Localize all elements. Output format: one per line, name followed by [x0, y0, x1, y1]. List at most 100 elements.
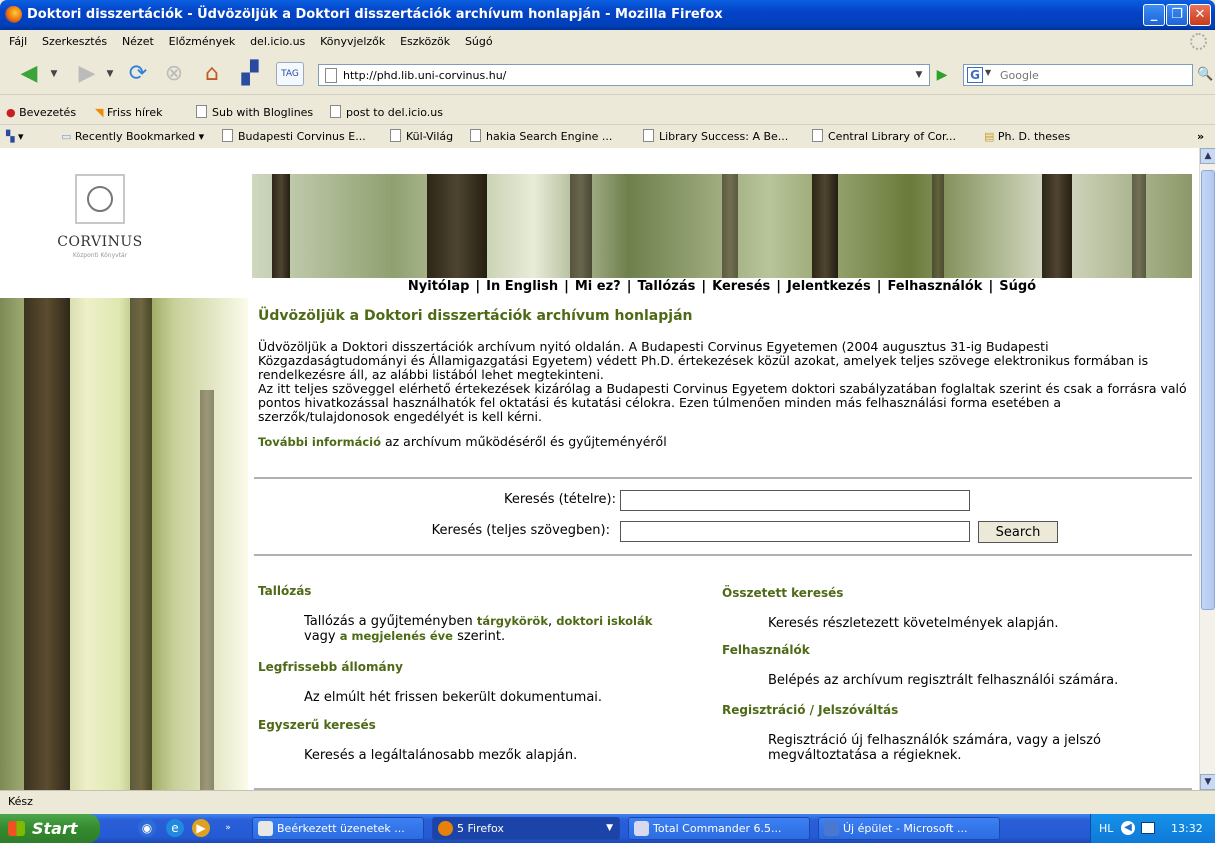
vertical-scrollbar[interactable]: ▲ ▼	[1199, 148, 1215, 790]
search-input[interactable]	[1000, 67, 1150, 83]
nav-sugo[interactable]: Súgó	[999, 279, 1036, 294]
simple-search-title[interactable]: Egyszerű keresés	[258, 718, 577, 732]
magnifier-icon[interactable]: 🔍	[1197, 64, 1213, 86]
browse-title[interactable]: Tallózás	[258, 584, 652, 598]
bookmark-budapesti-corvinus[interactable]: Budapesti Corvinus E...	[222, 125, 366, 149]
task-outlook[interactable]: Beérkezett üzenetek ...	[252, 817, 424, 840]
link-doctoral-schools[interactable]: doktori iskolák	[556, 614, 652, 628]
back-arrow-icon[interactable]: ◀	[14, 62, 44, 86]
page-icon	[470, 129, 481, 142]
page-icon	[325, 68, 337, 83]
bookmarks-menu-icon[interactable]: ▚ ▾	[6, 125, 24, 149]
corvinus-logo[interactable]: CORVINUS Központi Könyvtár	[35, 174, 165, 284]
address-bar[interactable]: ▼	[318, 64, 930, 86]
complex-search-title[interactable]: Összetett keresés	[722, 586, 1059, 600]
simple-search-text: Keresés a legáltalánosabb mezők alapján.	[304, 748, 578, 763]
page-icon	[812, 129, 823, 142]
nav-in-english[interactable]: In English	[486, 279, 558, 294]
task-firefox[interactable]: 5 Firefox ▼	[432, 817, 620, 840]
bookmark-phd-theses[interactable]: ▤ Ph. D. theses	[984, 125, 1070, 149]
menu-delicious[interactable]: del.icio.us	[241, 30, 305, 53]
window-titlebar[interactable]: Doktori disszertációk - Üdvözöljük a Dok…	[0, 0, 1215, 30]
menu-bookmarks[interactable]: Könyvjelzők	[311, 30, 385, 53]
tag-icon[interactable]: TAG	[276, 62, 304, 86]
nav-tallozas[interactable]: Tallózás	[637, 279, 695, 294]
forward-arrow-icon[interactable]: ▶	[72, 62, 102, 86]
close-button[interactable]: ✕	[1189, 4, 1211, 26]
back-arrow-tray-icon[interactable]: ◀	[1121, 821, 1135, 835]
scroll-thumb[interactable]	[1201, 170, 1215, 610]
home-icon[interactable]: ⌂	[198, 62, 226, 86]
complex-search-text: Keresés részletezett követelmények alapj…	[768, 616, 1059, 631]
search-button[interactable]: Search	[978, 521, 1058, 543]
nav-mi-ez[interactable]: Mi ez?	[575, 279, 621, 294]
link-publication-year[interactable]: a megjelenés éve	[340, 629, 453, 643]
menu-bar: Fájl Szerkesztés Nézet Előzmények del.ic…	[0, 30, 1215, 53]
menu-tools[interactable]: Eszközök	[391, 30, 450, 53]
nav-jelentkezes[interactable]: Jelentkezés	[787, 279, 871, 294]
task-total-commander[interactable]: Total Commander 6.5...	[628, 817, 810, 840]
menu-help[interactable]: Súgó	[456, 30, 493, 53]
more-info-link[interactable]: További információ	[258, 435, 381, 449]
scroll-down-icon[interactable]: ▼	[1200, 774, 1215, 790]
bookmark-recently[interactable]: ▭ Recently Bookmarked ▾	[61, 125, 204, 149]
go-button[interactable]: ▶	[932, 66, 952, 84]
divider-middle	[254, 554, 1192, 556]
bookmarks-toolbar-1: ● Bevezetés ◥ Friss hírek Sub with Blogl…	[0, 101, 1215, 125]
forest-image	[0, 298, 248, 790]
forward-dropdown-icon[interactable]: ▼	[104, 62, 116, 86]
bookmark-bloglines[interactable]: Sub with Bloglines	[196, 101, 313, 125]
search-item-input[interactable]	[620, 490, 970, 511]
bookmark-post-delicious[interactable]: post to del.icio.us	[330, 101, 443, 125]
start-button[interactable]: Start	[0, 814, 100, 843]
google-icon[interactable]: G	[967, 67, 983, 83]
menu-edit[interactable]: Szerkesztés	[33, 30, 107, 53]
bookmark-bevezetes[interactable]: ● Bevezetés	[6, 101, 76, 125]
search-fulltext-input[interactable]	[620, 521, 970, 542]
bookmark-friss-hirek[interactable]: ◥ Friss hírek	[95, 101, 162, 125]
quicklaunch-browser-icon[interactable]: ◉	[138, 819, 156, 837]
stop-icon[interactable]: ⊗	[160, 62, 188, 86]
quicklaunch-media-icon[interactable]: ▶	[192, 819, 210, 837]
users-title[interactable]: Felhasználók	[722, 643, 1118, 657]
reload-icon[interactable]: ⟳	[124, 62, 152, 86]
scroll-up-icon[interactable]: ▲	[1200, 148, 1215, 164]
quicklaunch-more-icon[interactable]: »	[222, 819, 234, 837]
nav-kereses[interactable]: Keresés	[712, 279, 770, 294]
quicklaunch-ie-icon[interactable]: e	[166, 819, 184, 837]
total-commander-icon	[634, 821, 649, 836]
nav-felhasznalok[interactable]: Felhasználók	[887, 279, 982, 294]
bookmark-page-icon[interactable]: ▞	[236, 62, 264, 86]
search-bar[interactable]: G ▼	[963, 64, 1193, 86]
link-subjects[interactable]: tárgykörök	[477, 614, 548, 628]
clock: 13:32	[1171, 822, 1203, 835]
maximize-button[interactable]: ❐	[1166, 4, 1188, 26]
latest-title[interactable]: Legfrissebb állomány	[258, 660, 602, 674]
menu-history[interactable]: Előzmények	[160, 30, 236, 53]
bookmarks-overflow-chevron-icon[interactable]: »	[1197, 125, 1204, 149]
status-text: Kész	[8, 795, 33, 808]
url-input[interactable]	[343, 67, 903, 83]
windows-taskbar: Start ◉ e ▶ » Beérkezett üzenetek ... 5 …	[0, 814, 1215, 843]
task-word[interactable]: Új épület - Microsoft ...	[818, 817, 1000, 840]
users-text: Belépés az archívum regisztrált felhaszn…	[768, 673, 1119, 688]
engine-dropdown-icon[interactable]: ▼	[985, 68, 991, 77]
network-icon[interactable]	[1141, 822, 1155, 834]
nav-nyitolap[interactable]: Nyitólap	[408, 279, 470, 294]
back-dropdown-icon[interactable]: ▼	[48, 62, 60, 86]
menu-file[interactable]: Fájl	[0, 30, 27, 53]
main-content: Üdvözöljük a Doktori disszertációk archí…	[258, 308, 1192, 459]
bookmark-kul-vilag[interactable]: Kül-Világ	[390, 125, 453, 149]
bookmark-central-library[interactable]: Central Library of Cor...	[812, 125, 956, 149]
bookmark-hakia[interactable]: hakia Search Engine ...	[470, 125, 612, 149]
menu-view[interactable]: Nézet	[113, 30, 154, 53]
url-dropdown-icon[interactable]: ▼	[911, 67, 927, 83]
logo-subtitle: Központi Könyvtár	[72, 252, 128, 259]
firefox-icon	[5, 6, 22, 23]
word-icon	[824, 821, 839, 836]
language-indicator[interactable]: HL	[1099, 814, 1113, 843]
registration-title[interactable]: Regisztráció / Jelszóváltás	[722, 703, 1101, 717]
firefox-icon: ●	[6, 106, 16, 119]
bookmark-library-success[interactable]: Library Success: A Be...	[643, 125, 788, 149]
minimize-button[interactable]: _	[1143, 4, 1165, 26]
